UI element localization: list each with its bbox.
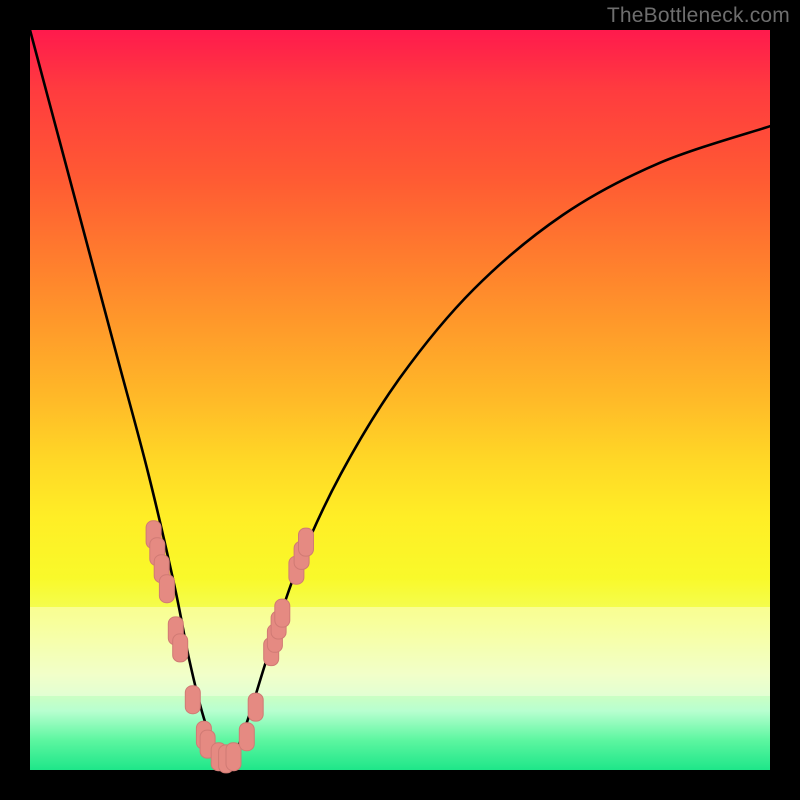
- plot-area: [30, 30, 770, 770]
- curve-marker: [275, 599, 290, 627]
- curve-marker: [173, 634, 188, 662]
- chart-stage: TheBottleneck.com: [0, 0, 800, 800]
- watermark-text: TheBottleneck.com: [607, 4, 790, 28]
- curve-marker: [299, 528, 314, 556]
- bottleneck-curve: [30, 30, 770, 760]
- curve-marker: [248, 693, 263, 721]
- curve-marker: [159, 575, 174, 603]
- curve-markers-group: [146, 521, 313, 773]
- curve-marker: [239, 723, 254, 751]
- curve-marker: [185, 686, 200, 714]
- curve-marker: [226, 743, 241, 771]
- chart-svg: [30, 30, 770, 770]
